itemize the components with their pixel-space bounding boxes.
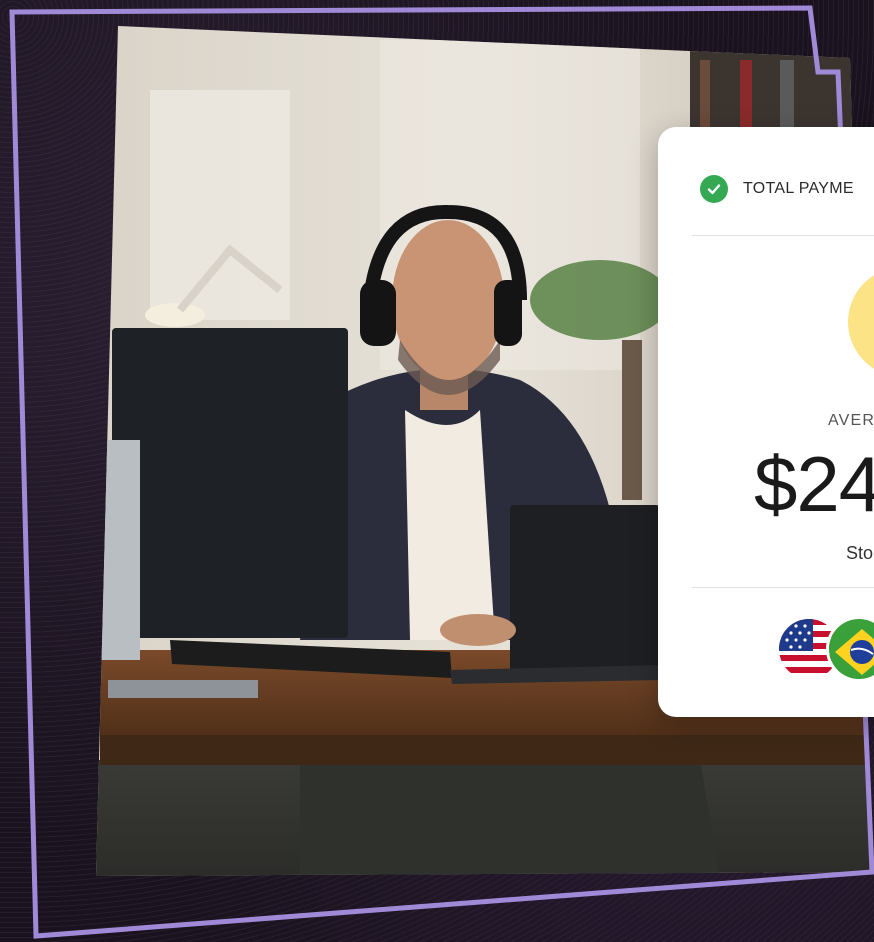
total-payments-label: TOTAL PAYME [743, 180, 854, 197]
divider [692, 235, 874, 236]
average-label: AVER [828, 412, 874, 429]
divider [692, 587, 874, 588]
check-icon [700, 175, 728, 203]
card-header: TOTAL PAYME [700, 175, 854, 203]
amount-value: $24 [754, 440, 874, 528]
accent-circle [848, 267, 874, 377]
payment-card: TOTAL PAYME AVER $24 Sto [658, 127, 874, 717]
sub-label: Sto [846, 543, 874, 563]
